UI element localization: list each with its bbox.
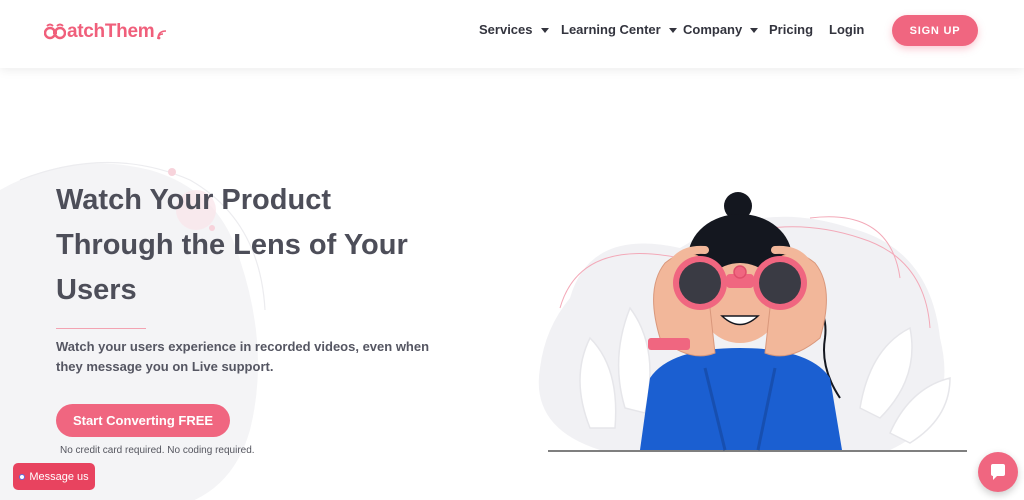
nav-item-label: Learning Center	[561, 22, 661, 37]
hero-subtitle: Watch your users experience in recorded …	[56, 339, 430, 374]
hero-divider	[56, 328, 146, 329]
nav-item-label: Login	[829, 22, 865, 37]
status-dot-icon	[19, 473, 26, 480]
nav-item-login[interactable]: Login	[829, 22, 864, 37]
nav-item-company[interactable]: Company	[683, 22, 759, 37]
brand-name: atchThem	[67, 21, 155, 42]
caret-down-icon	[668, 27, 677, 33]
wifi-signal-icon	[157, 30, 167, 40]
nav-item-label: Pricing	[769, 22, 814, 37]
woman-with-binoculars-illustration	[538, 192, 967, 452]
nav-item-pricing[interactable]: Pricing	[769, 22, 813, 37]
binoculars-eyes-icon	[44, 23, 66, 40]
cta-note: No credit card required. No coding requi…	[60, 445, 255, 456]
chat-widget-button[interactable]	[978, 452, 1018, 492]
nav-item-label: Services	[479, 22, 533, 37]
hero-title: Watch Your Product Through the Lens of Y…	[56, 184, 408, 306]
nav-item-learning-center[interactable]: Learning Center	[561, 22, 677, 37]
signup-button[interactable]: SIGN UP	[892, 15, 978, 46]
brand-logo[interactable]: atchThem	[44, 20, 170, 44]
caret-down-icon	[750, 27, 759, 33]
site-header: atchThem Services Learning Center Compan…	[0, 0, 1024, 68]
caret-down-icon	[540, 27, 549, 33]
nav-item-label: Company	[683, 22, 743, 37]
message-us-button[interactable]: Message us	[13, 463, 95, 490]
message-us-label: Message us	[29, 470, 89, 483]
chat-bubble-icon	[991, 464, 1005, 480]
start-converting-button[interactable]: Start Converting FREE	[56, 404, 230, 437]
nav-item-services[interactable]: Services	[479, 22, 549, 37]
